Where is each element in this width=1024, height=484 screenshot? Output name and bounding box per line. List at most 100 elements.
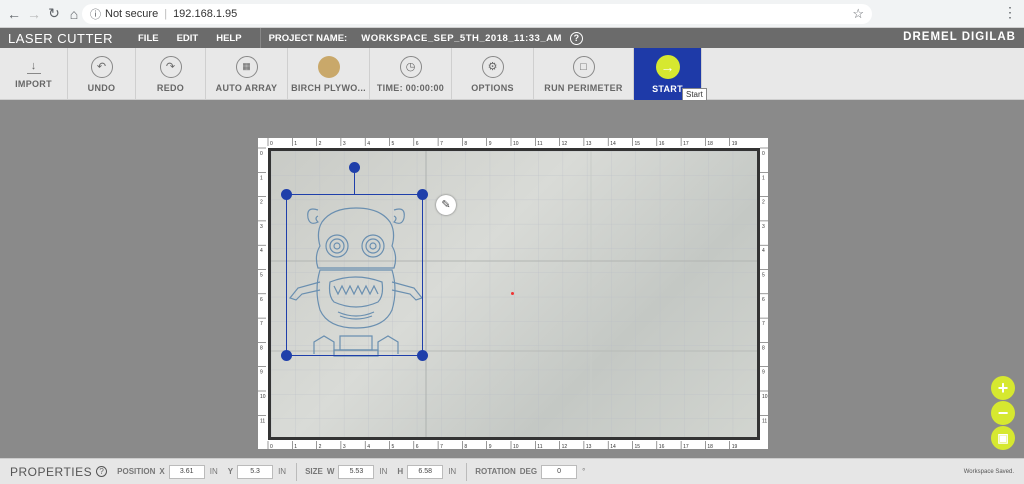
url-text: 192.168.1.95 (173, 8, 238, 20)
ruler-label: 1 (294, 141, 297, 147)
start-label: START (652, 83, 683, 94)
ruler-label: 7 (260, 321, 263, 327)
y-input[interactable]: 5.3 (237, 464, 274, 479)
properties-title: PROPERTIES (10, 464, 93, 479)
ruler-label: 2 (260, 200, 263, 206)
browser-toolbar: ← → ↻ ⌂ ⓘ Not secure | 192.168.1.95 ☆ ⋮ (0, 0, 1024, 28)
ruler-label: 5 (260, 273, 263, 279)
ruler-label: 2 (762, 200, 765, 206)
ruler-label: 12 (562, 141, 568, 147)
undo-icon: ↶ (90, 55, 113, 78)
ruler-label: 18 (707, 141, 713, 147)
ruler-label: 10 (513, 444, 519, 449)
menu-edit[interactable]: EDIT (177, 33, 199, 44)
properties-bar: PROPERTIES ? POSITION X 3.61 IN Y 5.3 IN… (0, 458, 1024, 484)
run-perimeter-label: RUN PERIMETER (544, 82, 623, 93)
rotate-handle[interactable] (349, 162, 360, 173)
ruler-label: 17 (683, 444, 689, 449)
material-swatch-icon (317, 55, 340, 78)
project-name-value[interactable]: WORKSPACE_SEP_5TH_2018_11:33_AM (361, 33, 562, 44)
save-status: Workspace Saved. (963, 469, 1014, 475)
browser-menu-icon[interactable]: ⋮ (1000, 4, 1020, 24)
fit-view-icon[interactable]: ▣ (991, 426, 1015, 450)
size-label: SIZE (305, 467, 323, 476)
deg-label: DEG (519, 467, 538, 476)
auto-array-button[interactable]: ▦ AUTO ARRAY (206, 48, 288, 100)
x-unit: IN (209, 467, 218, 476)
ruler-label: 5 (392, 444, 395, 449)
props-divider (296, 462, 298, 481)
project-name-area: PROJECT NAME: WORKSPACE_SEP_5TH_2018_11:… (259, 28, 583, 48)
ruler-label: 19 (732, 444, 738, 449)
security-label: Not secure (105, 8, 159, 20)
ruler-label: 0 (270, 444, 273, 449)
resize-handle-bottom-right[interactable] (417, 350, 428, 361)
ruler-label: 6 (762, 297, 765, 303)
ruler-label: 6 (260, 297, 263, 303)
height-input[interactable]: 6.58 (407, 464, 444, 479)
resize-handle-bottom-left[interactable] (281, 350, 292, 361)
project-name-label: PROJECT NAME: (268, 32, 348, 44)
options-label: OPTIONS (471, 82, 514, 93)
ruler-label: 13 (586, 141, 592, 147)
ruler-label: 18 (707, 444, 713, 449)
redo-icon: ↷ (159, 55, 182, 78)
zoom-out-icon[interactable]: − (991, 401, 1015, 425)
ruler-label: 8 (464, 141, 467, 147)
info-icon[interactable]: ⓘ (90, 6, 101, 22)
app-header: LASER CUTTER FILE EDIT HELP PROJECT NAME… (0, 28, 1024, 48)
import-label: IMPORT (15, 78, 52, 89)
y-unit: IN (278, 467, 287, 476)
ruler-label: 10 (513, 141, 519, 147)
ruler-label: 9 (489, 444, 492, 449)
ruler-label: 11 (537, 141, 542, 147)
w-label: W (326, 467, 335, 476)
ruler-label: 2 (319, 444, 322, 449)
ruler-label: 2 (319, 141, 322, 147)
ruler-label: 7 (440, 444, 443, 449)
ruler-label: 4 (367, 444, 370, 449)
menu-file[interactable]: FILE (138, 33, 159, 44)
ruler-label: 5 (392, 141, 395, 147)
zoom-in-icon[interactable]: + (991, 376, 1015, 400)
w-unit: IN (379, 467, 388, 476)
home-icon[interactable]: ⌂ (64, 4, 84, 24)
edit-pencil-icon[interactable]: ✎ (436, 195, 456, 215)
bookmark-star-icon[interactable]: ☆ (852, 6, 864, 22)
import-button[interactable]: ↓ IMPORT (0, 48, 68, 100)
redo-button[interactable]: ↷ REDO (136, 48, 206, 100)
run-perimeter-button[interactable]: □ RUN PERIMETER (534, 48, 634, 100)
address-bar[interactable]: ⓘ Not secure | 192.168.1.95 ☆ (82, 4, 872, 24)
ruler-label: 5 (762, 273, 765, 279)
forward-icon[interactable]: → (24, 4, 44, 24)
start-tooltip: Start (682, 88, 707, 101)
ruler-label: 0 (260, 151, 263, 157)
width-input[interactable]: 5.53 (338, 464, 375, 479)
address-divider: | (164, 8, 168, 20)
material-button[interactable]: BIRCH PLYWO... (288, 48, 370, 100)
ruler-label: 17 (683, 141, 689, 147)
ruler-label: 13 (586, 444, 592, 449)
project-help-icon[interactable]: ? (569, 31, 583, 45)
resize-handle-top-right[interactable] (417, 189, 428, 200)
deg-symbol: ° (582, 467, 586, 476)
ruler-label: 0 (762, 151, 765, 157)
resize-handle-top-left[interactable] (281, 189, 292, 200)
arrow-right-icon: → (655, 54, 680, 79)
x-input[interactable]: 3.61 (168, 464, 205, 479)
properties-help-icon[interactable]: ? (96, 466, 108, 477)
undo-button[interactable]: ↶ UNDO (68, 48, 136, 100)
ruler-label: 8 (260, 345, 263, 351)
ruler-label: 9 (260, 370, 263, 376)
ruler-label: 11 (260, 418, 265, 424)
rotation-stem (354, 172, 355, 194)
reload-icon[interactable]: ↻ (44, 4, 64, 24)
rotation-input[interactable]: 0 (541, 464, 578, 479)
ruler-label: 6 (416, 444, 419, 449)
selection-box[interactable] (286, 194, 423, 356)
back-icon[interactable]: ← (4, 4, 24, 24)
ruler-label: 4 (762, 248, 765, 254)
options-button[interactable]: ⚙ OPTIONS (452, 48, 534, 100)
clock-icon: ◷ (399, 55, 422, 78)
menu-help[interactable]: HELP (216, 33, 241, 44)
